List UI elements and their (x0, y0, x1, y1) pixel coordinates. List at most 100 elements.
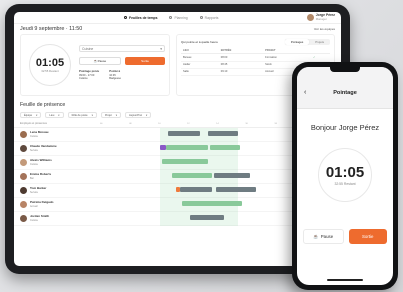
cell: Bureau (181, 53, 219, 62)
filter-date[interactable]: Aujourd'hui ▾ (125, 112, 152, 118)
avatar (20, 145, 27, 152)
chart-icon (199, 16, 203, 19)
shift-bar[interactable] (216, 186, 256, 192)
product-showcase: Feuilles de temps Planning Rapports Jorg… (0, 0, 403, 292)
coffee-icon: ☕ (313, 233, 319, 239)
avatar (20, 131, 27, 138)
view-teams-link[interactable]: Voir les équipes (314, 27, 335, 31)
chevron-down-icon: ▾ (115, 113, 118, 117)
clock-out-button[interactable]: Sortie (348, 229, 387, 244)
cell: 09:10 (218, 68, 264, 76)
cell: Formation (263, 53, 312, 62)
clock-controls: Cuisine ▾ ☕ Pause Sortie Pointage prévu … (71, 35, 169, 95)
pause-label: Pause (320, 234, 334, 239)
seg-projets[interactable]: Projets (309, 39, 330, 45)
clock-out-button[interactable]: Sortie (125, 57, 165, 65)
tab-label: Planning (174, 15, 188, 20)
employee-role: Bar (30, 176, 34, 180)
filter-project[interactable]: Projet ▾ (100, 112, 122, 118)
filter-label: Aujourd'hui (129, 113, 142, 117)
shift-bar[interactable] (182, 200, 242, 206)
pause-label: Pause (97, 59, 107, 63)
avatar (20, 173, 27, 180)
shift-bar[interactable] (166, 144, 208, 150)
employee: Jordan Smith Cuisine (20, 214, 100, 222)
seg-pointages[interactable]: Pointages (284, 38, 310, 45)
clocked-in: Pointé à 10:45 Badgeuse (109, 69, 121, 81)
avatar (20, 187, 27, 194)
top-nav: Feuilles de temps Planning Rapports Jorg… (14, 12, 341, 24)
table-title: Qui pointe et à quelle heure (181, 39, 218, 44)
tick: 14 (216, 122, 219, 125)
user-info: Jorge Pérez Manager (315, 13, 335, 22)
greeting: Bonjour Jorge Pérez (310, 123, 380, 132)
clock-icon (124, 16, 127, 19)
filter-role[interactable]: Rôle de poste ▾ (67, 112, 97, 118)
shift-bar[interactable] (210, 144, 240, 150)
shift-bar[interactable] (172, 172, 212, 178)
shift-bar[interactable] (190, 214, 224, 220)
phone-header: Pointage (297, 67, 393, 109)
employee-role: Service (30, 148, 38, 152)
employee-role: Cuisine (30, 162, 38, 166)
employee-role: Accueil (30, 204, 38, 208)
employee-info: Lena Moreau Cuisine (30, 130, 49, 138)
tab-planning[interactable]: Planning (169, 15, 188, 20)
user-role: Manager (315, 16, 327, 21)
shift-bar[interactable] (168, 130, 200, 136)
employee: Tom Barker Service (20, 186, 100, 194)
pause-button[interactable]: ☕ Pause (79, 57, 121, 65)
chevron-down-icon: ▾ (36, 113, 38, 117)
tick: 16 (245, 122, 248, 125)
user-menu[interactable]: Jorge Pérez Manager (306, 13, 335, 22)
phone-title: Pointage (333, 90, 357, 96)
info-line: Badgeuse (109, 77, 121, 80)
shift-bar[interactable] (208, 130, 238, 136)
cell: 08:45 (218, 61, 264, 69)
tab-label: Rapports (204, 15, 219, 20)
avatar (20, 201, 27, 208)
employee-info: Patricia Delgado Accueil (30, 200, 54, 208)
info-title: Pointé à (109, 69, 121, 73)
page-title: Jeudi 9 septembre · 11:50 (20, 26, 83, 32)
tick: 08 (129, 122, 132, 125)
timer-value: 01:05 (35, 57, 65, 69)
tab-reports[interactable]: Rapports (199, 15, 219, 20)
filter-location[interactable]: Lieu ▾ (45, 112, 64, 118)
avatar (306, 14, 314, 21)
phone-device: Pointage ‹ Bonjour Jorge Pérez 01:05 32:… (292, 62, 398, 290)
filter-label: Équipe (24, 113, 33, 117)
select-value: Cuisine (82, 46, 94, 51)
shift-bar[interactable] (162, 158, 208, 164)
employee-role: Service (30, 190, 38, 194)
tab-timesheets[interactable]: Feuilles de temps (124, 16, 157, 20)
table-header: Qui pointe et à quelle heure Pointages P… (181, 38, 330, 45)
chevron-down-icon: ▾ (160, 46, 162, 51)
calendar-icon (169, 16, 173, 19)
planned-shift: Pointage prévu 09:00 - 17:00 Cuisine (79, 69, 99, 81)
employee: Alexis Williams Cuisine (20, 158, 100, 166)
filter-team[interactable]: Équipe ▾ (20, 112, 42, 118)
cell: 08:00 (218, 53, 264, 62)
employee: Patricia Delgado Accueil (20, 200, 100, 208)
back-arrow-icon[interactable]: ‹ (304, 89, 306, 96)
shift-bar[interactable] (180, 186, 212, 192)
phone-buttons: ☕ Pause Sortie (297, 229, 393, 244)
employee-role: Cuisine (30, 218, 38, 222)
home-indicator (327, 279, 363, 281)
shift-bar[interactable] (214, 172, 250, 178)
employee: Lena Moreau Cuisine (20, 130, 100, 138)
avatar (20, 215, 27, 222)
table-row[interactable]: Bureau 08:00 Formation ✓ (181, 53, 330, 62)
check-icon: ✓ (311, 53, 330, 62)
timer-ring: 01:05 32:55 Restant (318, 148, 372, 202)
employee-info: Alexis Williams Cuisine (30, 158, 52, 166)
tick: 12 (187, 122, 190, 125)
employee-info: Jordan Smith Cuisine (30, 214, 49, 222)
position-select[interactable]: Cuisine ▾ (79, 45, 165, 52)
phone-notch (330, 67, 360, 72)
pause-button[interactable]: ☕ Pause (303, 229, 344, 244)
tick: 10 (158, 122, 161, 125)
timer-remaining: 32:55 Restant (41, 69, 59, 73)
chevron-down-icon: ▾ (145, 113, 148, 117)
